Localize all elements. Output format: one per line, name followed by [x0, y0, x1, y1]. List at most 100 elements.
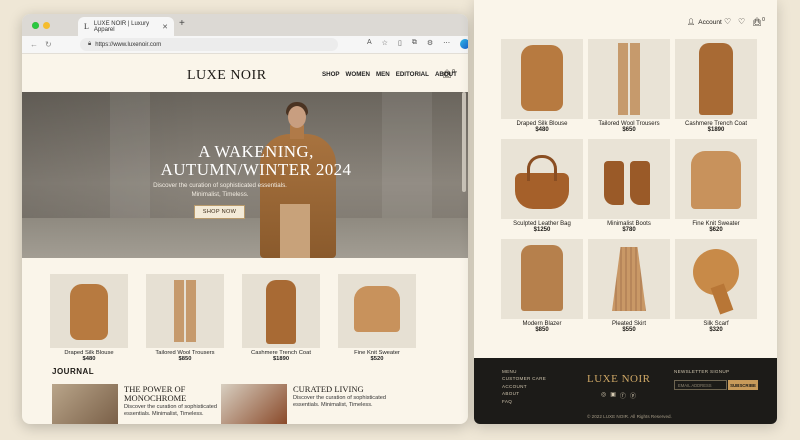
product-image [242, 274, 320, 348]
product-image [501, 239, 583, 319]
instagram-alt-icon[interactable]: ▣ [610, 391, 616, 400]
product-price: $850 [535, 327, 549, 333]
refresh-icon[interactable]: ↻ [45, 40, 52, 49]
product-card[interactable]: Modern Blazer $850 [501, 239, 583, 333]
product-image [675, 239, 757, 319]
product-price: $520 [370, 356, 384, 362]
product-card[interactable]: Sculpted Leather Bag $1250 [501, 139, 583, 233]
product-image [675, 39, 757, 119]
product-price: $850 [178, 356, 192, 362]
product-card[interactable]: Fine Knit Sweater $620 [675, 139, 757, 233]
article-description: Discover the curation of sophisticated e… [124, 404, 217, 417]
social-links: ◎ ▣ ⓕ ⓟ [601, 391, 636, 400]
product-card[interactable]: Cashmere Trench Coat $1890 [242, 274, 320, 362]
browser-toolbar: A ☆ ▯ ⧉ ⚙ ⋯ [367, 39, 468, 49]
minimize-window-button[interactable] [43, 21, 50, 29]
product-card[interactable]: Tailored Wool Trousers $650 [588, 39, 670, 133]
close-tab-icon[interactable]: ✕ [162, 23, 168, 31]
browser-tab[interactable]: L LUXE NOIR | Luxury Apparel ✕ [78, 17, 174, 36]
hero-model-trousers [280, 204, 310, 258]
product-price: $620 [709, 227, 723, 233]
lock-icon: 🔒︎ [88, 41, 92, 47]
url-text: https://www.luxenoir.com [95, 41, 162, 48]
footer-link-customer-care[interactable]: CUSTOMER CARE [502, 375, 546, 382]
product-image [588, 139, 670, 219]
hero-title-line1: A WAKENING, [198, 142, 314, 161]
footer-link-about[interactable]: ABOUT [502, 390, 546, 397]
product-image [338, 274, 416, 348]
cart-count: 0 [762, 17, 765, 23]
footer-link-account[interactable]: ACCOUNT [502, 383, 546, 390]
product-price: $1890 [272, 356, 290, 362]
product-card[interactable]: Tailored Wool Trousers $850 [146, 274, 224, 362]
menu-item-men[interactable]: MEN [376, 71, 390, 78]
new-tab-icon[interactable]: + [179, 18, 185, 29]
footer-logo[interactable]: LUXE NOIR [587, 373, 650, 385]
hero-floor [22, 218, 468, 258]
tab-title: LUXE NOIR | Luxury Apparel [93, 20, 150, 33]
product-image [146, 274, 224, 348]
product-image [50, 274, 128, 348]
product-image [675, 139, 757, 219]
product-card[interactable]: Silk Scarf $320 [675, 239, 757, 333]
product-price: $650 [622, 127, 636, 133]
cart-icon[interactable]: 👜︎0 [442, 69, 455, 79]
account-header: 👤︎ Account ♡ ♡ 👜︎0 [474, 0, 777, 40]
favorite-icon[interactable]: ☆ [382, 39, 388, 49]
footer-link-faq[interactable]: FAQ [502, 398, 546, 405]
newsletter-label: NEWSLETTER SIGNUP [674, 369, 730, 374]
hero-model-head [288, 106, 306, 128]
instagram-icon[interactable]: ◎ [601, 391, 606, 400]
cart-icon[interactable]: 👜︎0 [752, 17, 765, 27]
product-card[interactable]: Draped Silk Blouse $480 [501, 39, 583, 133]
menu-item-shop[interactable]: SHOP [322, 71, 340, 78]
product-listing-window: 👤︎ Account ♡ ♡ 👜︎0 Draped Silk Blouse $4… [474, 0, 777, 424]
product-grid: Draped Silk Blouse $480 Tailored Wool Tr… [501, 39, 757, 333]
more-icon[interactable]: ⋯ [443, 39, 450, 49]
product-price: $1890 [707, 127, 725, 133]
subscribe-button[interactable]: SUBSCRIBE [728, 380, 758, 390]
back-icon[interactable]: ← [30, 40, 38, 49]
copilot-icon[interactable] [460, 39, 468, 49]
facebook-icon[interactable]: ⓕ [620, 391, 626, 400]
hero-banner: A WAKENING, AUTUMN/WINTER 2024 Discover … [22, 92, 468, 258]
menu-item-editorial[interactable]: EDITORIAL [396, 71, 429, 78]
read-aloud-icon[interactable]: A [367, 39, 372, 49]
product-price: $550 [622, 327, 636, 333]
split-screen-icon[interactable]: ▯ [398, 39, 402, 49]
product-card[interactable]: Draped Silk Blouse $480 [50, 274, 128, 362]
extensions-icon[interactable]: ⚙ [427, 39, 433, 49]
address-bar-row: ← ↻ 🔒︎ https://www.luxenoir.com A ☆ ▯ ⧉ … [22, 36, 468, 54]
article-image [221, 384, 287, 424]
collections-icon[interactable]: ⧉ [412, 39, 417, 49]
wishlist-icon[interactable]: ♡ [724, 17, 731, 26]
pinterest-icon[interactable]: ⓟ [630, 391, 636, 400]
menu-item-women[interactable]: WOMEN [346, 71, 370, 78]
hero-title: A WAKENING, AUTUMN/WINTER 2024 [22, 143, 432, 179]
product-card[interactable]: Fine Knit Sweater $520 [338, 274, 416, 362]
hero-subtitle: Discover the curation of sophisticated e… [135, 181, 305, 199]
product-price: $480 [535, 127, 549, 133]
article-description: Discover the curation of sophisticated e… [293, 395, 386, 408]
product-image [501, 139, 583, 219]
scrollbar[interactable] [462, 92, 466, 192]
cart-count: 0 [452, 69, 455, 75]
maximize-window-button[interactable] [32, 21, 39, 29]
shop-now-button[interactable]: SHOP NOW [194, 205, 245, 219]
url-field[interactable]: 🔒︎ https://www.luxenoir.com [80, 38, 338, 51]
product-price: $1250 [533, 227, 551, 233]
product-price: $780 [622, 227, 636, 233]
footer-link-menu[interactable]: MENU [502, 368, 546, 375]
product-price: $320 [709, 327, 723, 333]
product-card[interactable]: Pleated Skirt $550 [588, 239, 670, 333]
article-title: CURATED LIVING [293, 384, 364, 394]
site-logo[interactable]: LUXE NOIR [187, 68, 267, 84]
product-card[interactable]: Minimalist Boots $780 [588, 139, 670, 233]
newsletter-email-input[interactable]: EMAIL ADDRESS [674, 380, 727, 390]
account-link[interactable]: 👤︎ Account [687, 18, 722, 27]
tab-bar: L LUXE NOIR | Luxury Apparel ✕ + [22, 14, 468, 36]
product-card[interactable]: Cashmere Trench Coat $1890 [675, 39, 757, 133]
product-image [501, 39, 583, 119]
favorites-icon[interactable]: ♡ [738, 17, 745, 26]
article-image [52, 384, 118, 424]
